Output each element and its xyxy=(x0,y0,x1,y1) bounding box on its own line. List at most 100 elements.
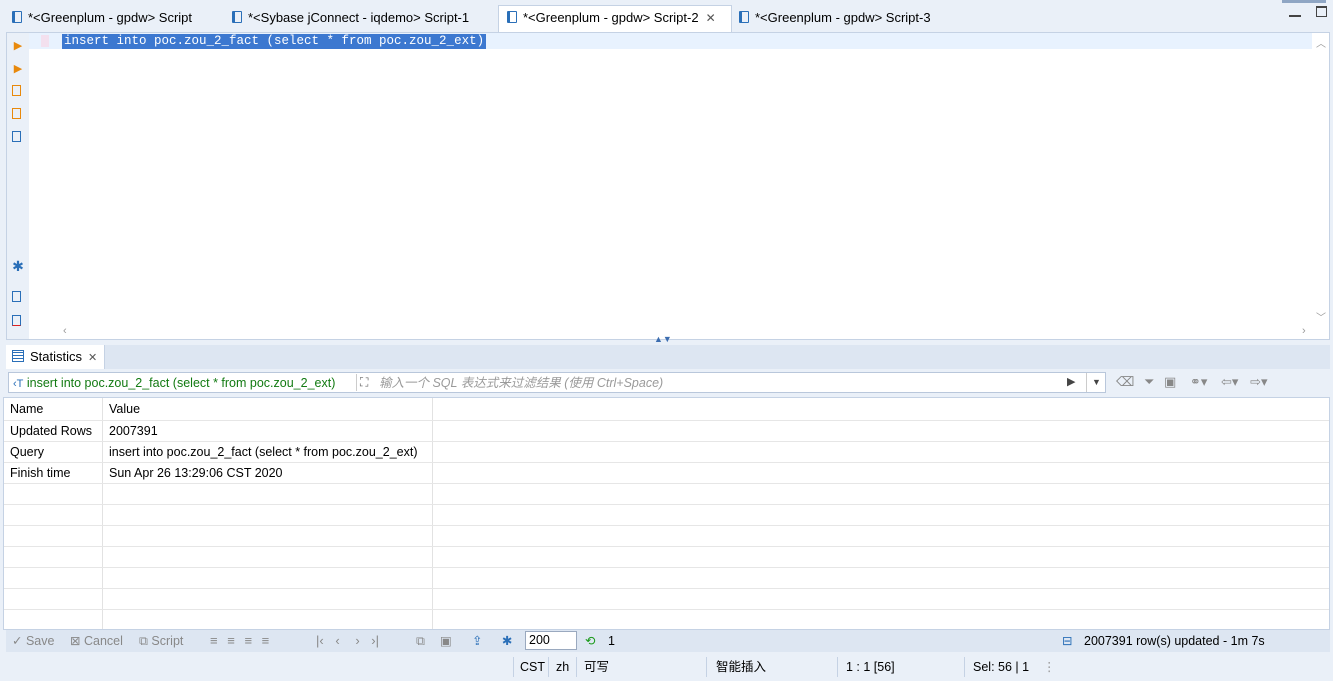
locale-indicator: zh xyxy=(556,660,570,674)
edit-row-icon[interactable]: ≡ xyxy=(210,633,218,648)
line-marker xyxy=(41,35,49,47)
panel-splitter[interactable]: ▲▼ xyxy=(0,334,1333,344)
refresh-icon[interactable]: ⟲ xyxy=(585,633,595,649)
first-page-icon[interactable]: |‹ xyxy=(316,633,324,648)
forward-icon[interactable]: ⇨▾ xyxy=(1250,374,1267,389)
cell-name[interactable]: Query xyxy=(4,441,103,463)
tab-greenplum-script-2[interactable]: *<Greenplum - gpdw> Script-2 ✕ xyxy=(498,5,732,32)
chevron-down-icon[interactable]: ▼ xyxy=(1086,373,1106,392)
layout-icon[interactable]: ▣ xyxy=(440,633,452,649)
results-panel-header: Statistics ✕ xyxy=(6,345,1330,369)
cell-value[interactable]: Sun Apr 26 13:29:06 CST 2020 xyxy=(102,462,433,484)
empty-row xyxy=(4,588,1329,610)
empty-row xyxy=(4,525,1329,547)
status-bar: CST zh 可写 智能插入 1 : 1 [56] Sel: 56 | 1 ⋮ xyxy=(0,654,1333,681)
link-icon[interactable]: ⚭▾ xyxy=(1190,374,1207,389)
export-data-icon[interactable]: ⇪ xyxy=(472,633,482,649)
vertical-scrollbar[interactable]: ︿ ﹀ xyxy=(1312,33,1329,327)
fetch-size-input[interactable]: 200 xyxy=(525,631,577,650)
table-row[interactable]: Query insert into poc.zou_2_fact (select… xyxy=(4,441,1329,463)
column-header-name[interactable]: Name xyxy=(4,398,103,421)
script-icon: ⧉ xyxy=(139,634,148,648)
table-header-row: Name Value xyxy=(4,398,1329,421)
check-circle-icon: ✓ xyxy=(12,634,23,648)
back-icon[interactable]: ⇦▾ xyxy=(1221,374,1238,389)
eraser-icon[interactable]: ⌫ xyxy=(1116,374,1134,389)
row-edit-tools: ≡ ≡ ≡ ≡ xyxy=(210,633,269,649)
panel-toggle-icon[interactable]: ⧉ xyxy=(416,633,425,649)
rows-info-icon: ⊟ xyxy=(1062,634,1073,648)
sql-query-text[interactable]: insert into poc.zou_2_fact (select * fro… xyxy=(62,34,487,49)
chevron-down-icon[interactable]: ﹀ xyxy=(1316,309,1326,324)
gear-icon[interactable]: ✱ xyxy=(12,259,24,273)
tab-sybase-script-1[interactable]: *<Sybase jConnect - iqdemo> Script-1 xyxy=(224,6,498,30)
filter-tools: ⌫ ⏷ ▣ ⚭▾ ⇦▾ ⇨▾ xyxy=(1116,374,1267,390)
editor-tab-bar: *<Greenplum - gpdw> Script *<Sybase jCon… xyxy=(0,0,1333,32)
table-row[interactable]: Updated Rows 2007391 xyxy=(4,420,1329,442)
maximize-icon[interactable] xyxy=(1316,6,1327,17)
explain-plan-icon[interactable] xyxy=(12,131,21,142)
selection-info: Sel: 56 | 1 xyxy=(973,660,1030,674)
export-icon[interactable] xyxy=(12,291,21,302)
cell-value[interactable]: insert into poc.zou_2_fact (select * fro… xyxy=(102,441,433,463)
insert-mode: 智能插入 xyxy=(716,660,767,674)
window-controls xyxy=(1277,6,1327,20)
editor-mode: 可写 xyxy=(584,660,610,674)
table-icon xyxy=(12,350,24,362)
close-icon[interactable]: ✕ xyxy=(706,6,716,30)
tab-greenplum-script[interactable]: *<Greenplum - gpdw> Script xyxy=(4,6,224,30)
filter-settings-icon[interactable]: ▣ xyxy=(1164,374,1176,389)
query-label: ‹T insert into poc.zou_2_fact (select * … xyxy=(13,376,336,390)
results-toolbar: ✓ Save ⊠ Cancel ⧉ Script ≡ ≡ ≡ ≡ |‹ ‹ › … xyxy=(6,630,1330,652)
last-page-icon[interactable]: ›| xyxy=(371,633,379,648)
delete-row-icon[interactable]: ≡ xyxy=(262,633,270,648)
collapse-arrows-icon[interactable]: ▲▼ xyxy=(654,334,672,344)
gear-icon[interactable]: ✱ xyxy=(502,633,512,649)
horizontal-scrollbar[interactable]: ‹ › xyxy=(59,325,1312,339)
funnel-icon[interactable]: ⏷ xyxy=(1144,374,1154,389)
status-drag-handle[interactable]: ⋮ xyxy=(1043,659,1056,675)
chevron-up-icon[interactable]: ︿ xyxy=(1316,35,1326,50)
show-log-icon[interactable] xyxy=(12,315,21,326)
sql-script-icon xyxy=(232,11,242,23)
empty-row xyxy=(4,546,1329,568)
column-header-value[interactable]: Value xyxy=(102,398,433,421)
sql-editor[interactable]: ▶ ▶ ✱ insert into poc.zou_2_fact (select… xyxy=(6,32,1330,340)
cell-name[interactable]: Updated Rows xyxy=(4,420,103,442)
sql-script-icon xyxy=(739,11,749,23)
cancel-button[interactable]: ⊠ Cancel xyxy=(70,633,123,649)
add-row-icon[interactable]: ≡ xyxy=(227,633,235,648)
empty-row xyxy=(4,483,1329,505)
tab-overflow-indicator xyxy=(1282,0,1326,3)
tab-greenplum-script-3[interactable]: *<Greenplum - gpdw> Script-3 xyxy=(731,6,971,30)
navigation-tools: |‹ ‹ › ›| xyxy=(316,633,379,649)
empty-row xyxy=(4,567,1329,589)
execute-script-icon[interactable] xyxy=(12,85,21,96)
statistics-table: Name Value Updated Rows 2007391 Query in… xyxy=(4,398,1329,629)
cell-name[interactable]: Finish time xyxy=(4,462,103,484)
minimize-icon[interactable] xyxy=(1288,9,1301,17)
execute-statement-icon[interactable]: ▶ xyxy=(12,40,24,52)
cell-value[interactable]: 2007391 xyxy=(102,420,433,442)
cursor-position: 1 : 1 [56] xyxy=(846,660,895,674)
tab-statistics[interactable]: Statistics ✕ xyxy=(6,345,105,369)
empty-row xyxy=(4,609,1329,629)
divider xyxy=(356,374,357,391)
sql-script-icon xyxy=(507,11,517,23)
sql-script-icon xyxy=(12,11,22,23)
table-row[interactable]: Finish time Sun Apr 26 13:29:06 CST 2020 xyxy=(4,462,1329,484)
close-icon[interactable]: ✕ xyxy=(88,352,97,364)
execute-new-tab-icon[interactable]: ▶ xyxy=(12,63,24,75)
chevron-right-icon[interactable]: › xyxy=(1302,325,1306,337)
apply-filter-icon[interactable]: ▶ xyxy=(1067,375,1075,388)
rows-updated-status: 2007391 row(s) updated - 1m 7s xyxy=(1084,634,1265,648)
chevron-left-icon[interactable]: ‹ xyxy=(63,325,67,337)
save-button[interactable]: ✓ Save xyxy=(12,633,54,649)
expand-icon[interactable]: ⛶ xyxy=(360,375,368,390)
execute-script-new-tab-icon[interactable] xyxy=(12,108,21,119)
filter-input[interactable]: ‹T insert into poc.zou_2_fact (select * … xyxy=(8,372,1106,393)
previous-icon[interactable]: ‹ xyxy=(335,633,339,648)
script-button[interactable]: ⧉ Script xyxy=(139,633,183,649)
copy-row-icon[interactable]: ≡ xyxy=(244,633,252,648)
next-icon[interactable]: › xyxy=(355,633,359,648)
